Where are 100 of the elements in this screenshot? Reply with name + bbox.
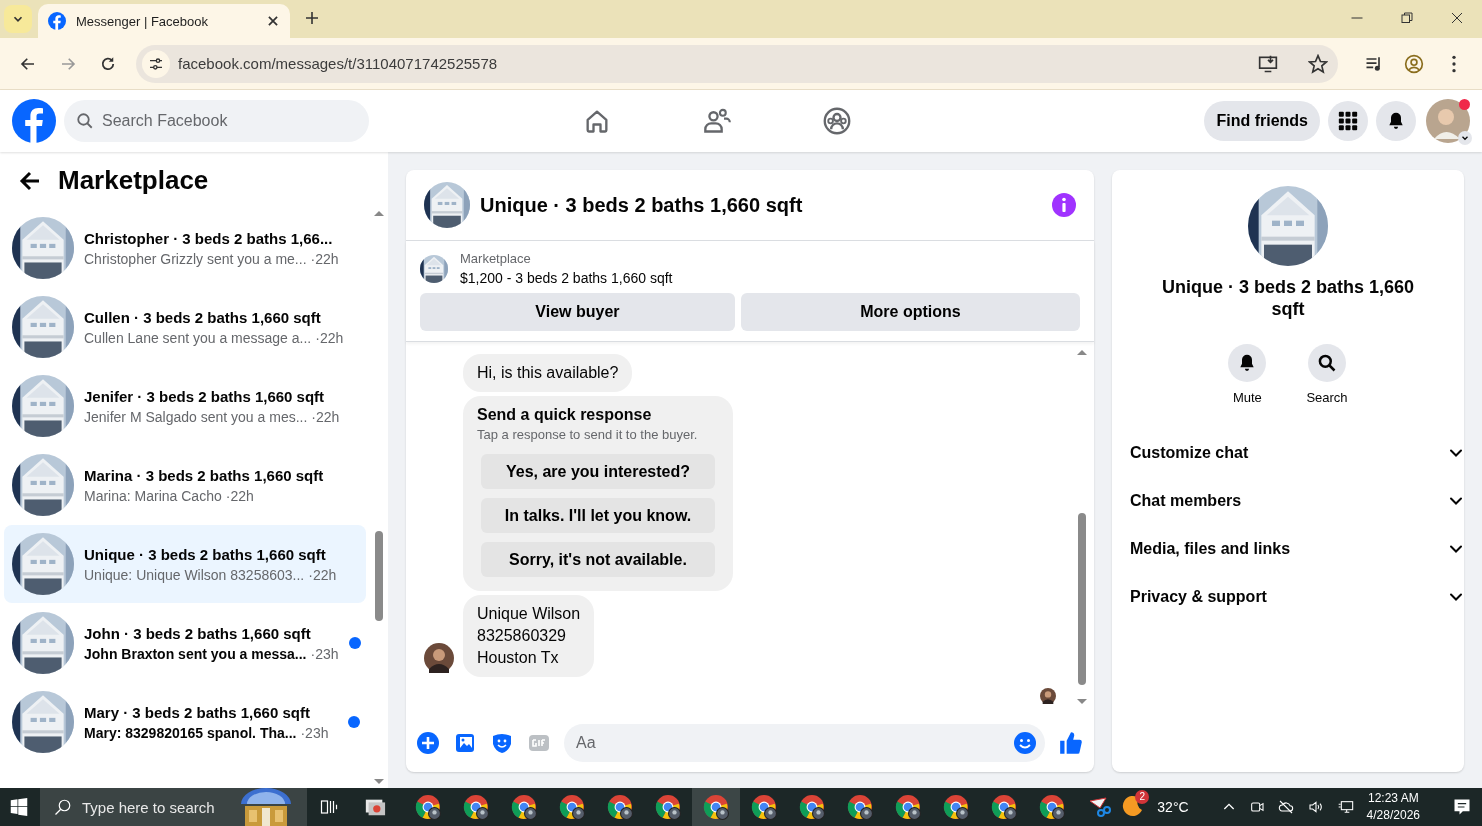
- find-friends-button[interactable]: Find friends: [1204, 101, 1320, 141]
- scroll-up-icon[interactable]: [1077, 348, 1087, 356]
- new-tab-icon[interactable]: [304, 10, 320, 26]
- message-preview: Unique: Unique Wilson 83258603...: [84, 566, 305, 583]
- message-preview: Cullen Lane sent you a message a...: [84, 329, 312, 346]
- notifications-button[interactable]: [1376, 101, 1416, 141]
- message-bubble: Hi, is this available?: [463, 354, 633, 392]
- clock-date[interactable]: 4/28/2026: [1366, 807, 1420, 824]
- listing-button[interactable]: View buyer: [420, 293, 735, 331]
- conversation-title: Unique · 3 beds 2 baths 1,660 sqft: [84, 545, 326, 563]
- conversation-item[interactable]: Cullen · 3 beds 2 baths 1,660 sqft Cullen Lane sent you a message a... ·22h: [4, 288, 366, 366]
- quick-reply-button[interactable]: Yes, are you interested?: [481, 454, 715, 489]
- site-settings-icon[interactable]: [148, 55, 164, 72]
- listing-button[interactable]: More options: [740, 293, 1080, 331]
- info-icon[interactable]: [1052, 193, 1076, 217]
- section-header[interactable]: Media, files and links: [1130, 540, 1291, 558]
- install-icon[interactable]: [1258, 53, 1278, 74]
- scroll-down-icon[interactable]: [374, 778, 384, 786]
- message-preview: John Braxton sent you a messa...: [84, 645, 307, 662]
- conversation-name: Unique · 3 beds 2 baths 1,660 sqft: [1160, 276, 1416, 320]
- scroll-up-icon[interactable]: [374, 209, 384, 217]
- conversation-title: Marina · 3 beds 2 baths 1,660 sqft: [84, 466, 324, 484]
- conversation-item[interactable]: Unique · 3 beds 2 baths 1,660 sqft Unique: Unique Wilson 83258603... ·22h: [4, 525, 366, 603]
- search-field[interactable]: Search Facebook: [64, 100, 369, 142]
- chat-title: Unique · 3 beds 2 baths 1,660 sqft: [480, 193, 804, 217]
- browser-taskbar-button[interactable]: [691, 788, 740, 826]
- browser-icon: [654, 794, 681, 820]
- facebook-icon: [48, 12, 66, 30]
- profile-icon[interactable]: [1404, 53, 1424, 74]
- section-header[interactable]: Chat members: [1130, 492, 1242, 510]
- browser-icon: [750, 794, 777, 820]
- temperature[interactable]: 32°C: [1157, 799, 1189, 815]
- plus-icon[interactable]: [416, 731, 440, 755]
- message-preview: Marina: Marina Cacho: [84, 487, 222, 504]
- search-icon: [1317, 353, 1337, 373]
- task-view-icon[interactable]: [320, 798, 339, 816]
- restore-icon[interactable]: [1401, 12, 1413, 24]
- taskbar-search-field[interactable]: Type here to search: [40, 788, 307, 826]
- grid-icon: [1338, 111, 1358, 131]
- message-time: ·23h: [300, 724, 329, 741]
- network-icon[interactable]: [1336, 799, 1355, 815]
- clock-time[interactable]: 12:23 AM: [1367, 790, 1419, 807]
- close-icon[interactable]: [1451, 12, 1463, 24]
- windows-icon[interactable]: [10, 798, 28, 816]
- browser-icon: [894, 794, 921, 820]
- message-field[interactable]: Aa: [564, 724, 1045, 762]
- section-header[interactable]: Customize chat: [1130, 444, 1249, 462]
- emoji-icon[interactable]: [1013, 731, 1037, 755]
- quick-response-title: Send a quick response: [477, 406, 653, 424]
- message-preview: Christopher Grizzly sent you a me...: [84, 250, 307, 267]
- quick-reply-button[interactable]: In talks. I'll let you know.: [481, 498, 715, 533]
- quick-reply-button[interactable]: Sorry, it's not available.: [481, 542, 715, 577]
- message-preview: Mary: 8329820165 spanol. Tha...: [84, 724, 297, 741]
- browser-icon: [414, 794, 441, 820]
- camera-icon[interactable]: [1248, 799, 1265, 815]
- people-icon[interactable]: [703, 107, 731, 135]
- message-time: ·22h: [310, 250, 339, 267]
- conversation-title: Christopher · 3 beds 2 baths 1,66...: [84, 229, 333, 247]
- star-icon[interactable]: [1308, 53, 1328, 74]
- scroll-thumb[interactable]: [1078, 513, 1086, 685]
- message-time: ·22h: [308, 566, 337, 583]
- unread-dot: [348, 637, 361, 649]
- search-icon: [54, 798, 72, 816]
- menu-button[interactable]: [1328, 101, 1368, 141]
- browser-icon: [990, 794, 1017, 820]
- logo-icon[interactable]: [12, 99, 56, 143]
- browser-icon: [798, 794, 825, 820]
- message-time: ·23h: [310, 645, 339, 662]
- listing-detail: $1,200 - 3 beds 2 baths 1,660 sqft: [460, 270, 673, 286]
- conversation-title: Cullen · 3 beds 2 baths 1,660 sqft: [84, 308, 321, 326]
- browser-icon: [606, 794, 633, 820]
- conversation-item[interactable]: Mary · 3 beds 2 baths 1,660 sqft Mary: 8329820165 spanol. Tha... ·23h: [4, 683, 366, 761]
- thumbs-up-icon[interactable]: [1058, 730, 1084, 756]
- close-icon[interactable]: [266, 14, 280, 28]
- message-bubble: Unique Wilson 8325860329 Houston Tx: [463, 595, 595, 677]
- cloud-off-icon[interactable]: [1276, 799, 1295, 815]
- notification-dot: [1459, 99, 1470, 110]
- browser-icon: [558, 794, 585, 820]
- notifications-icon[interactable]: [1452, 797, 1472, 817]
- listing-label: Marketplace: [460, 251, 532, 266]
- conversation-item[interactable]: Christopher · 3 beds 2 baths 1,66... Christopher Grizzly sent you a me... ·22h: [4, 209, 366, 287]
- conversation-title: John · 3 beds 2 baths 1,660 sqft: [84, 624, 311, 642]
- speaker-icon[interactable]: [1306, 799, 1325, 815]
- conversation-item[interactable]: Marina · 3 beds 2 baths 1,660 sqft Marina: Marina Cacho ·22h: [4, 446, 366, 524]
- unread-dot: [348, 716, 360, 728]
- scroll-thumb[interactable]: [375, 531, 383, 621]
- browser-icon: [846, 794, 873, 820]
- conversation-item[interactable]: John · 3 beds 2 baths 1,660 sqft John Braxton sent you a messa... ·23h: [4, 604, 366, 682]
- photo-icon[interactable]: [453, 731, 477, 755]
- sticker-icon[interactable]: [490, 731, 514, 755]
- scroll-down-icon[interactable]: [1077, 698, 1087, 706]
- browser-icon: [510, 794, 537, 820]
- browser-icon: [462, 794, 489, 820]
- section-header[interactable]: Privacy & support: [1130, 588, 1267, 606]
- browser-icon: [702, 794, 729, 820]
- conversation-item[interactable]: Jenifer · 3 beds 2 baths 1,660 sqft Jenifer M Salgado sent you a mes... ·22h: [4, 367, 366, 445]
- message-time: ·22h: [225, 487, 254, 504]
- groups-icon[interactable]: [823, 107, 851, 135]
- browser-tab[interactable]: Messenger | Facebook: [38, 4, 290, 38]
- search-icon: [76, 112, 94, 130]
